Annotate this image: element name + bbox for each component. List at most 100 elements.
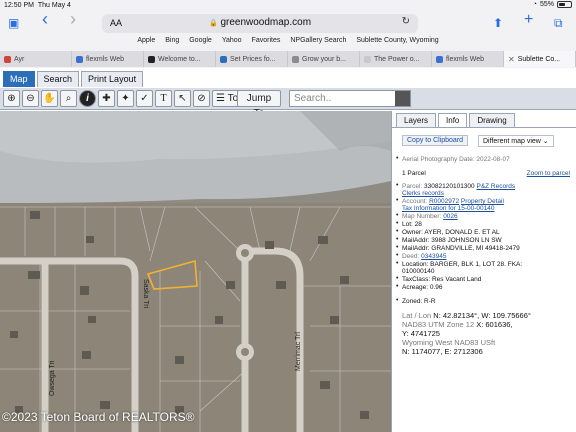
- browser-tab[interactable]: Set Prices fo...: [216, 51, 288, 67]
- map-watermark: ©2023 Teton Board of REALTORS®: [2, 410, 195, 424]
- bullet: •: [396, 197, 399, 204]
- tab-info[interactable]: Info: [438, 113, 468, 127]
- parcel-count: 1 Parcel: [402, 170, 426, 177]
- browser-tab[interactable]: flexmls Web: [72, 51, 144, 67]
- lot-row: Lot: 28: [402, 221, 422, 228]
- search-go-icon[interactable]: [395, 91, 410, 106]
- bullet: •: [396, 236, 399, 243]
- favorite-link[interactable]: Yahoo: [222, 37, 242, 49]
- tab-favicon: [364, 55, 371, 63]
- property-detail-link[interactable]: Property Detail: [461, 198, 504, 205]
- browser-tab[interactable]: Welcome to...: [144, 51, 216, 67]
- zoom-to-parcel-link[interactable]: Zoom to parcel: [527, 170, 570, 177]
- status-time: 12:50 PM Thu May 4: [4, 2, 71, 9]
- browser-tab[interactable]: flexmls Web: [432, 51, 504, 67]
- acreage-row: Acreage: 0.96: [402, 284, 443, 291]
- bullet: •: [396, 297, 399, 304]
- browser-tab-active[interactable]: ✕ Sublette Co...: [504, 51, 576, 67]
- mail-row-1: MailAddr: 3988 JOHNSON LN SW: [402, 237, 502, 244]
- mail-row-2: MailAddr: GRANDVILLE, MI 49418-2479: [402, 245, 520, 252]
- bullet: •: [396, 212, 399, 219]
- pointer-icon[interactable]: ↖: [174, 90, 191, 107]
- select-icon[interactable]: ✚: [98, 90, 115, 107]
- wifi-icon: ◔: [532, 1, 537, 8]
- sidebar-icon[interactable]: ▣: [8, 15, 19, 31]
- aerial-map[interactable]: Saska Tri Owsega Tri Merrimac Trl: [0, 111, 391, 432]
- draw-line-icon[interactable]: ✓: [136, 90, 153, 107]
- favorite-link[interactable]: NPGallery Search: [290, 37, 346, 49]
- zoom-out-icon[interactable]: ⊖: [22, 90, 39, 107]
- bullet: •: [396, 155, 399, 162]
- owner-row: Owner: AYER, DONALD E. ET AL: [402, 229, 500, 236]
- browser-tabs: Ayr flexmls Web Welcome to... Set Prices…: [0, 51, 576, 67]
- favorite-link[interactable]: Favorites: [252, 37, 281, 49]
- tab-favicon: [4, 55, 11, 63]
- tab-favicon: [220, 55, 227, 63]
- deed-link[interactable]: 0343945: [421, 253, 446, 260]
- utm-row: NAD83 UTM Zone 12 X: 601636,: [402, 320, 513, 329]
- wy-label: Wyoming West NAD83 USft: [402, 338, 496, 347]
- add-tab-icon[interactable]: +: [524, 12, 533, 28]
- browser-tab[interactable]: The Power o...: [360, 51, 432, 67]
- bullet: •: [396, 252, 399, 259]
- status-bar: 12:50 PM Thu May 4 ◔ 55%: [0, 0, 576, 12]
- latlon-row: Lat / Lon N: 42.82134°, W: 109.75666°: [402, 311, 531, 320]
- account-row: Account: R0002972 Property Detail: [402, 198, 504, 205]
- tab-favicon: [292, 55, 299, 63]
- favorite-link[interactable]: Apple: [137, 37, 155, 49]
- clear-icon[interactable]: ⊘: [193, 90, 210, 107]
- favorite-link[interactable]: Sublette County, Wyoming: [356, 37, 438, 49]
- pan-icon[interactable]: ✋: [41, 90, 58, 107]
- close-tab-icon[interactable]: ✕: [508, 55, 515, 64]
- browser-tab[interactable]: Grow your b...: [288, 51, 360, 67]
- copy-clipboard-button[interactable]: Copy to Clipboard: [402, 135, 469, 146]
- forward-icon[interactable]: ›: [70, 10, 76, 28]
- tab-favicon: [76, 55, 83, 63]
- location-row-1: Location: BARGER, BLK 1, LOT 28. FKA:: [402, 261, 523, 268]
- battery-percent: 55%: [539, 1, 554, 8]
- map-view[interactable]: Saska Tri Owsega Tri Merrimac Trl ©2023 …: [0, 111, 391, 432]
- favorite-link[interactable]: Google: [189, 37, 212, 49]
- bullet: •: [396, 182, 399, 189]
- address-text: 🔒 greenwoodmap.com: [208, 17, 312, 28]
- tab-search[interactable]: Search: [36, 71, 80, 87]
- app-tabs: Map Search Print Layout: [0, 71, 144, 87]
- reload-icon[interactable]: ↻: [402, 16, 410, 27]
- address-bar[interactable]: AA 🔒 greenwoodmap.com ↻: [102, 14, 418, 33]
- tab-print-layout[interactable]: Print Layout: [81, 71, 144, 87]
- account-link[interactable]: R0002972: [429, 198, 459, 205]
- zoom-in-icon[interactable]: ⊕: [3, 90, 20, 107]
- jump-to-button[interactable]: Jump To: [237, 90, 281, 119]
- zoom-box-icon[interactable]: ⌕: [60, 90, 77, 107]
- battery-icon: [557, 1, 572, 8]
- tab-layers[interactable]: Layers: [396, 113, 437, 127]
- map-number-row: Map Number: 0026: [402, 213, 458, 220]
- panel-tabs: Layers Info Drawing: [396, 113, 515, 127]
- tab-favicon: [436, 55, 443, 63]
- pz-records-link[interactable]: P&Z Records: [476, 183, 515, 190]
- text-tool-icon[interactable]: T: [155, 90, 172, 107]
- clerks-link[interactable]: Clerks records: [402, 190, 444, 197]
- bullet: •: [396, 283, 399, 290]
- cul-de-sac-center: [241, 249, 249, 257]
- measure-icon[interactable]: ✦: [117, 90, 134, 107]
- share-icon[interactable]: ⬆: [493, 15, 503, 31]
- tab-favicon: [148, 55, 155, 63]
- map-search-input[interactable]: Search..: [289, 90, 411, 107]
- tab-map[interactable]: Map: [3, 71, 35, 87]
- browser-tab[interactable]: Ayr: [0, 51, 72, 67]
- tabs-overview-icon[interactable]: ⧉: [554, 15, 563, 31]
- bullet: •: [396, 260, 399, 267]
- deed-row: Deed: 0343945: [402, 253, 447, 260]
- street-label: Saska Tri: [142, 279, 149, 309]
- tax-info-link[interactable]: Tax Information for 15-00-00140: [402, 205, 495, 212]
- bullet: •: [396, 228, 399, 235]
- map-number-link[interactable]: 0026: [443, 213, 457, 220]
- greenwood-map-app: Map Search Print Layout ⊕ ⊖ ✋ ⌕ i ✚ ✦ ✓ …: [0, 68, 576, 432]
- tab-drawing[interactable]: Drawing: [469, 113, 515, 127]
- favorite-link[interactable]: Bing: [165, 37, 179, 49]
- identify-icon[interactable]: i: [79, 90, 96, 107]
- map-view-select[interactable]: Different map view ⌄: [478, 135, 554, 147]
- back-icon[interactable]: ‹: [42, 10, 48, 28]
- zoned-row: Zoned: R-R: [402, 298, 436, 305]
